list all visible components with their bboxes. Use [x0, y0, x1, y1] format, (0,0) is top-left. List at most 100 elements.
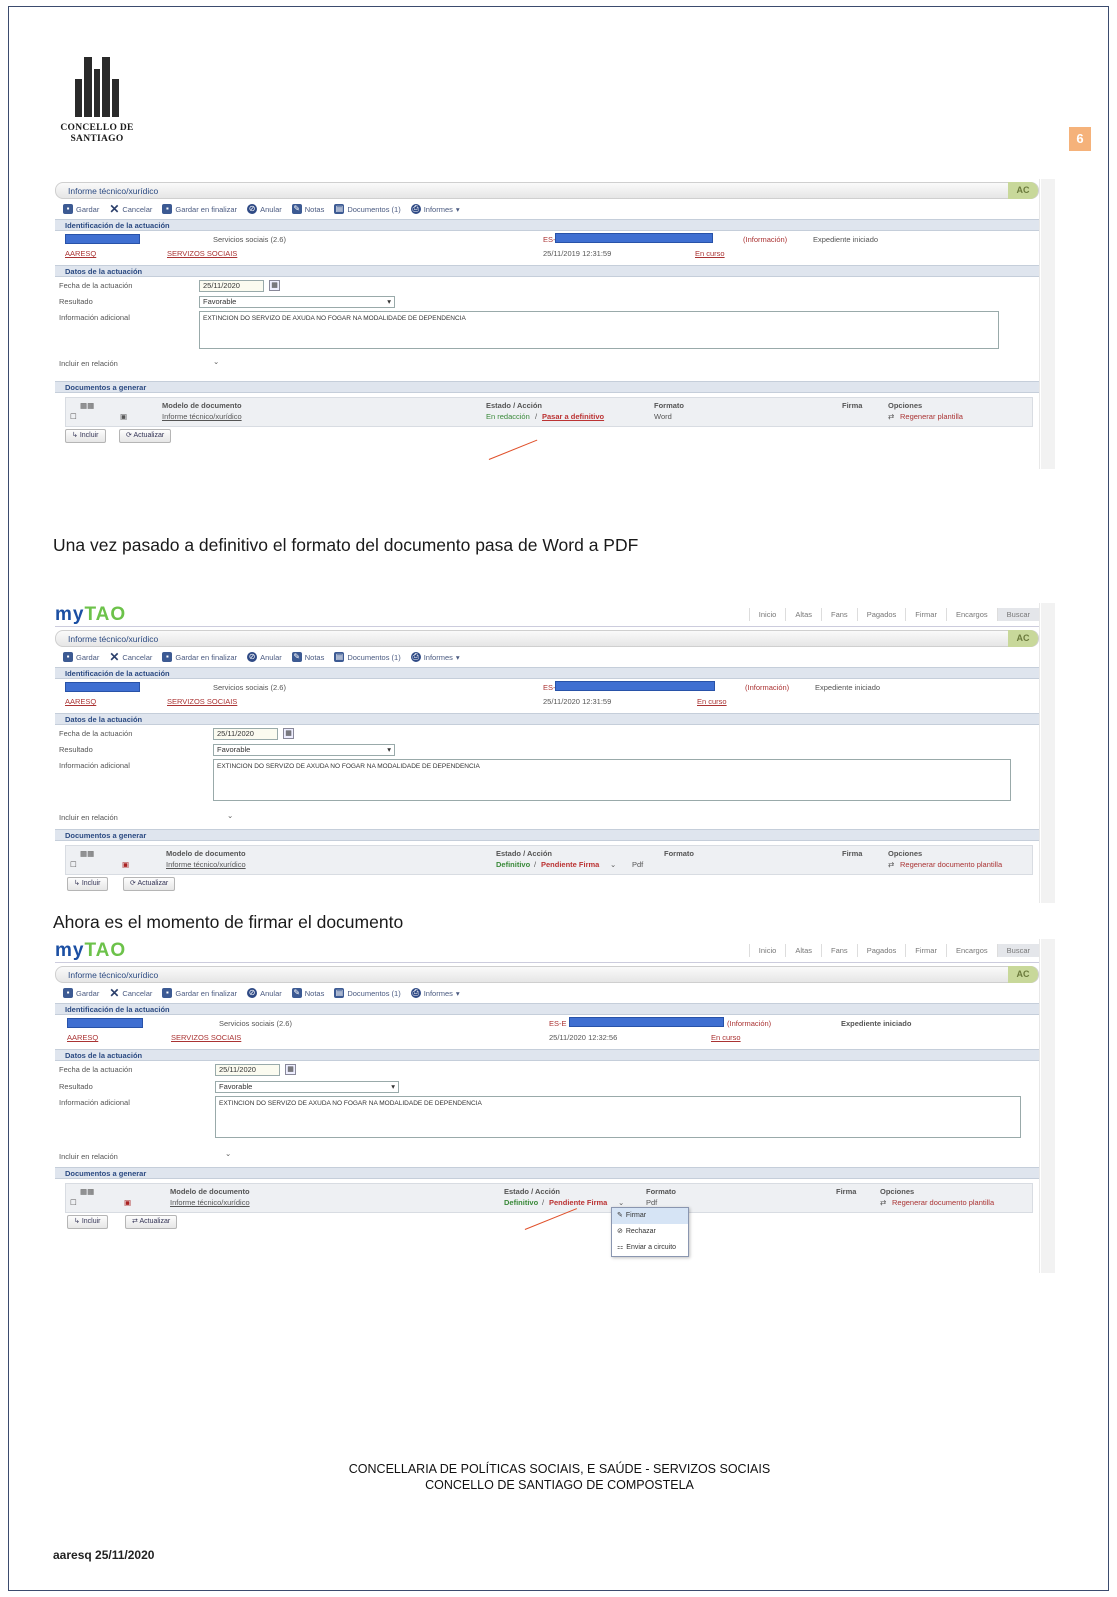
nav-encargos[interactable]: Encargos [945, 608, 997, 621]
in-progress-link[interactable]: En curso [697, 697, 727, 706]
update-button[interactable]: ⟳ Actualizar [119, 429, 172, 443]
cancel-button[interactable]: ✕ Cancelar [109, 651, 152, 663]
dept-link[interactable]: SERVIZOS SOCIAIS [167, 697, 237, 706]
nav-buscar[interactable]: Buscar [996, 944, 1039, 957]
row-checkbox[interactable]: ☐ [70, 1198, 77, 1207]
row-checkbox[interactable]: ☐ [70, 860, 77, 869]
doc-link[interactable]: Informe técnico/xurídico [166, 860, 246, 869]
chevron-down-icon[interactable]: ⌄ [225, 1149, 231, 1158]
section-data[interactable]: Datos de la actuación [55, 1049, 1039, 1061]
menu-item-sign[interactable]: ✎ Firmar [612, 1208, 688, 1224]
dept-link[interactable]: SERVIZOS SOCIAIS [167, 249, 237, 258]
nav-fans[interactable]: Fans [821, 608, 857, 621]
doc-link[interactable]: Informe técnico/xurídico [162, 412, 242, 421]
pending-sign-link[interactable]: Pendiente Firma [549, 1198, 607, 1207]
notes-button[interactable]: ✎ Notas [291, 988, 324, 998]
info-link[interactable]: (Información) [727, 1019, 771, 1028]
documents-button[interactable]: ▤ Documentos (1) [334, 988, 401, 998]
nav-pagados[interactable]: Pagados [856, 944, 906, 957]
nav-firmar[interactable]: Firmar [905, 608, 946, 621]
nav-encargos[interactable]: Encargos [945, 944, 997, 957]
info-textarea[interactable]: EXTINCION DO SERVIZO DE AXUDA NO FOGAR N… [215, 1096, 1021, 1138]
calendar-icon[interactable]: ▦ [269, 280, 280, 291]
notes-button[interactable]: ✎ Notas [291, 204, 324, 214]
section-ident[interactable]: Identificación de la actuación [55, 219, 1039, 231]
in-progress-link[interactable]: En curso [711, 1033, 741, 1042]
section-data[interactable]: Datos de la actuación [55, 265, 1039, 277]
reports-button[interactable]: ⎙ Informes ▾ [410, 988, 460, 998]
calendar-icon[interactable]: ▦ [285, 1064, 296, 1075]
nav-inicio[interactable]: Inicio [748, 944, 786, 957]
section-docs[interactable]: Documentos a generar [55, 1167, 1039, 1179]
nav-pagados[interactable]: Pagados [856, 608, 906, 621]
date-input[interactable]: 25/11/2020 [213, 728, 278, 740]
chevron-down-icon[interactable]: ⌄ [227, 811, 233, 820]
in-progress-link[interactable]: En curso [695, 249, 725, 258]
regenerate-link[interactable]: Regenerar documento plantilla [892, 1198, 994, 1207]
code-link[interactable]: AARESQ [65, 249, 96, 258]
date-input[interactable]: 25/11/2020 [215, 1064, 280, 1076]
cancel-button[interactable]: ✕ Cancelar [109, 203, 152, 215]
void-button[interactable]: ⊘ Anular [247, 988, 282, 998]
result-select[interactable]: Favorable ▾ [199, 296, 395, 308]
nav-firmar[interactable]: Firmar [905, 944, 946, 957]
doc-link[interactable]: Informe técnico/xurídico [170, 1198, 250, 1207]
documents-button[interactable]: ▤ Documentos (1) [334, 204, 401, 214]
notes-button[interactable]: ✎ Notas [291, 652, 324, 662]
save-button[interactable]: ▪ Gardar [63, 652, 99, 662]
result-select[interactable]: Favorable ▾ [215, 1081, 399, 1093]
row-checkbox[interactable]: ☐ [70, 412, 77, 421]
code-link[interactable]: AARESQ [67, 1033, 98, 1042]
chevron-down-icon[interactable]: ⌄ [213, 357, 219, 366]
section-ident[interactable]: Identificación de la actuación [55, 1003, 1039, 1015]
info-link[interactable]: (Información) [745, 683, 789, 692]
nav-altas[interactable]: Altas [785, 944, 821, 957]
update-button[interactable]: ⇄ Actualizar [125, 1215, 178, 1229]
result-select[interactable]: Favorable ▾ [213, 744, 395, 756]
dept-link[interactable]: SERVIZOS SOCIAIS [171, 1033, 241, 1042]
pending-sign-link[interactable]: Pendiente Firma [541, 860, 599, 869]
regenerate-link[interactable]: Regenerar plantilla [900, 412, 963, 421]
date-input[interactable]: 25/11/2020 [199, 280, 264, 292]
save-close-button[interactable]: ▪ Gardar en finalizar [162, 204, 237, 214]
chevron-down-icon[interactable]: ⌄ [618, 1198, 624, 1207]
info-link[interactable]: (Información) [743, 235, 787, 244]
nav-fans[interactable]: Fans [821, 944, 857, 957]
status-text: Expediente iniciado [815, 683, 881, 692]
pasar-definitivo-link[interactable]: Pasar a definitivo [542, 412, 604, 421]
section-data[interactable]: Datos de la actuación [55, 713, 1039, 725]
new-button[interactable]: ↳ Incluir [67, 1215, 108, 1229]
window-title-bar: Informe técnico/xurídico AC [55, 182, 1039, 199]
cancel-button[interactable]: ✕ Cancelar [109, 987, 152, 999]
info-textarea[interactable]: EXTINCION DO SERVIZO DE AXUDA NO FOGAR N… [213, 759, 1011, 801]
documents-button[interactable]: ▤ Documentos (1) [334, 652, 401, 662]
menu-item-circuit[interactable]: ⚏ Enviar a circuito [612, 1240, 688, 1256]
save-close-button[interactable]: ▪ Gardar en finalizar [162, 988, 237, 998]
void-button[interactable]: ⊘ Anular [247, 204, 282, 214]
menu-item-reject[interactable]: ⊘ Rechazar [612, 1224, 688, 1240]
section-ident[interactable]: Identificación de la actuación [55, 667, 1039, 679]
nav-altas[interactable]: Altas [785, 608, 821, 621]
scrollbar[interactable] [1041, 603, 1055, 903]
code-link[interactable]: AARESQ [65, 697, 96, 706]
update-button[interactable]: ⟳ Actualizar [123, 877, 176, 891]
section-docs[interactable]: Documentos a generar [55, 381, 1039, 393]
reports-button[interactable]: ⎙ Informes ▾ [410, 652, 460, 662]
nav-buscar[interactable]: Buscar [996, 608, 1039, 621]
date-label: Fecha de la actuación [59, 729, 133, 738]
void-button[interactable]: ⊘ Anular [247, 652, 282, 662]
save-button[interactable]: ▪ Gardar [63, 988, 99, 998]
scrollbar[interactable] [1041, 179, 1055, 469]
nav-inicio[interactable]: Inicio [748, 608, 786, 621]
save-button[interactable]: ▪ Gardar [63, 204, 99, 214]
regenerate-link[interactable]: Regenerar documento plantilla [900, 860, 1002, 869]
section-docs[interactable]: Documentos a generar [55, 829, 1039, 841]
reports-button[interactable]: ⎙ Informes ▾ [410, 204, 460, 214]
calendar-icon[interactable]: ▦ [283, 728, 294, 739]
info-textarea[interactable]: EXTINCION DO SERVIZO DE AXUDA NO FOGAR N… [199, 311, 999, 349]
new-button[interactable]: ↳ Incluir [67, 877, 108, 891]
scrollbar[interactable] [1041, 939, 1055, 1273]
chevron-down-icon[interactable]: ⌄ [610, 860, 616, 869]
new-button[interactable]: ↳ Incluir [65, 429, 106, 443]
save-close-button[interactable]: ▪ Gardar en finalizar [162, 652, 237, 662]
